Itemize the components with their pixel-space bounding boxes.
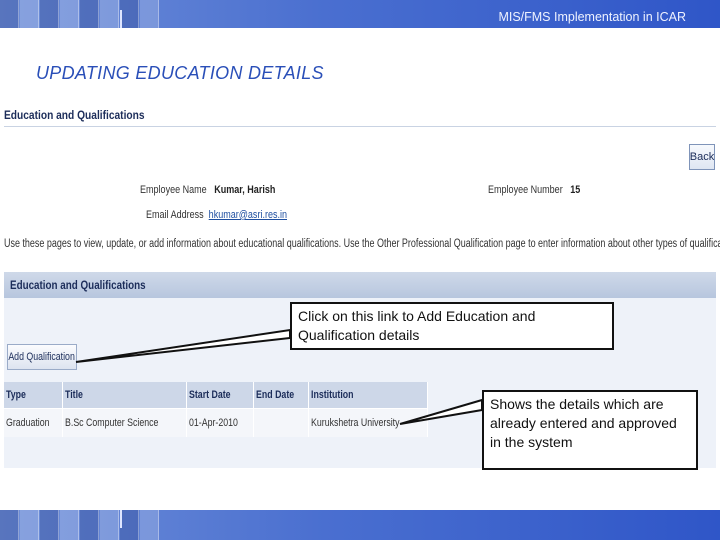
column-header-start-date[interactable]: Start Date <box>186 382 254 409</box>
banner-pattern <box>0 0 170 28</box>
back-button[interactable]: Back <box>689 144 715 170</box>
employee-name-row: Employee Name Kumar, Harish <box>140 184 275 196</box>
banner-pattern <box>0 510 170 540</box>
email-row: Email Address hkumar@asri.res.in <box>146 209 287 221</box>
employee-number-value: 15 <box>570 184 581 196</box>
instructions-text: Use these pages to view, update, or add … <box>4 238 720 250</box>
banner-divider <box>120 510 122 528</box>
section-header: Education and Qualifications <box>4 272 716 298</box>
email-label: Email Address <box>146 209 204 221</box>
qualifications-table: Type Title Start Date End Date Instituti… <box>4 382 428 437</box>
employee-name-label: Employee Name <box>140 184 207 196</box>
cell-title: B.Sc Computer Science <box>62 408 188 437</box>
add-qualification-label: Add Qualification <box>8 351 76 363</box>
column-header-title[interactable]: Title <box>62 382 188 409</box>
banner-divider <box>120 10 122 28</box>
table-row[interactable]: Graduation B.Sc Computer Science 01-Apr-… <box>4 408 428 437</box>
cell-type: Graduation <box>4 408 64 437</box>
column-header-institution[interactable]: Institution <box>308 382 428 409</box>
cell-start-date: 01-Apr-2010 <box>186 408 254 437</box>
column-header-type[interactable]: Type <box>4 382 64 409</box>
add-qualification-button[interactable]: Add Qualification <box>7 344 77 370</box>
banner-title: MIS/FMS Implementation in ICAR <box>498 10 686 24</box>
employee-number-row: Employee Number 15 <box>488 184 580 196</box>
top-banner: MIS/FMS Implementation in ICAR <box>0 0 720 28</box>
employee-name-value: Kumar, Harish <box>214 184 276 196</box>
bottom-banner <box>0 510 720 540</box>
callout-add-link: Click on this link to Add Education and … <box>290 302 614 350</box>
section-title: Education and Qualifications <box>10 278 146 292</box>
employee-number-label: Employee Number <box>488 184 563 196</box>
cell-end-date <box>253 408 310 437</box>
cell-institution: Kurukshetra University <box>308 408 428 437</box>
email-link[interactable]: hkumar@asri.res.in <box>209 209 287 221</box>
table-header-row: Type Title Start Date End Date Instituti… <box>4 382 428 409</box>
callout-details: Shows the details which are already ente… <box>482 390 698 470</box>
heading-divider <box>4 126 716 127</box>
slide-title: UPDATING EDUCATION DETAILS <box>36 63 324 83</box>
column-header-end-date[interactable]: End Date <box>253 382 310 409</box>
page-heading: Education and Qualifications <box>4 108 145 122</box>
